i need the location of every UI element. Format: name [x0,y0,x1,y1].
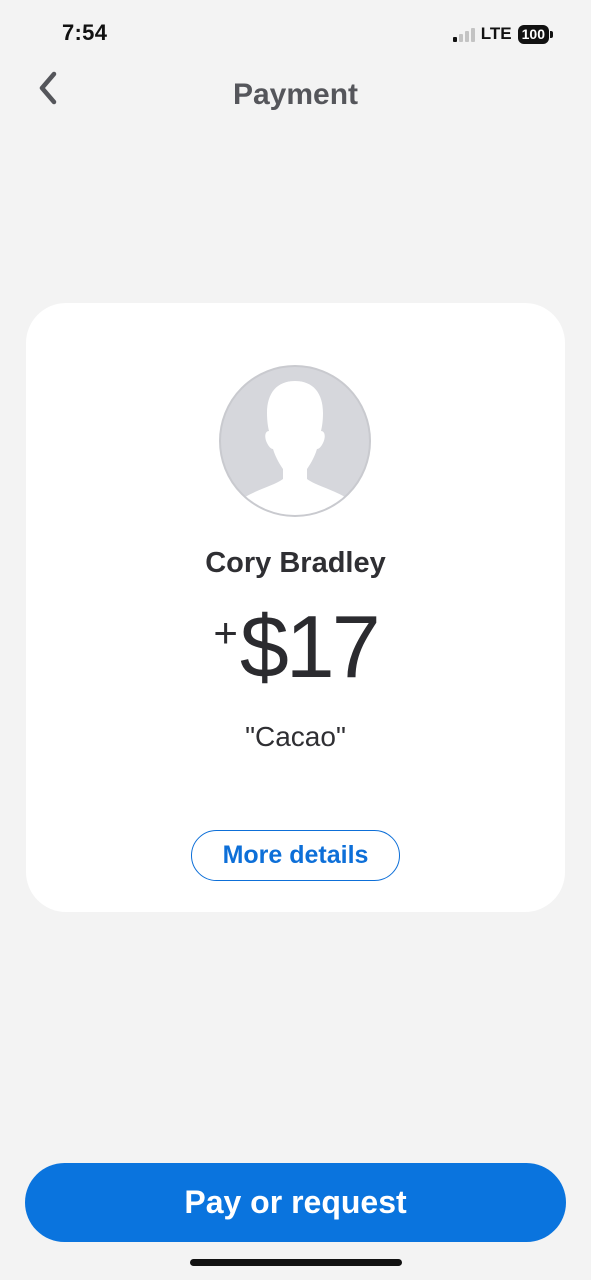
recipient-name: Cory Bradley [205,547,386,579]
more-details-button[interactable]: More details [191,830,400,881]
pay-or-request-button[interactable]: Pay or request [25,1163,566,1242]
amount-sign: + [213,609,238,656]
battery-icon: 100 [517,24,553,44]
network-type: LTE [480,24,512,43]
status-indicators: LTE 100 [452,22,553,46]
status-bar: 7:54 LTE 100 [0,0,591,70]
page-title: Payment [232,78,359,111]
amount-value: $17 [239,597,381,696]
avatar [219,365,371,517]
battery-level: 100 [517,24,549,44]
home-indicator [190,1259,402,1266]
default-person-avatar-icon [245,381,345,515]
status-time: 7:54 [62,20,108,45]
cellular-signal-icon [452,26,475,42]
payment-amount: +$17 [26,603,565,691]
payment-card: Cory Bradley +$17 "Cacao" More details [26,303,565,912]
payment-note: "Cacao" [245,721,346,752]
